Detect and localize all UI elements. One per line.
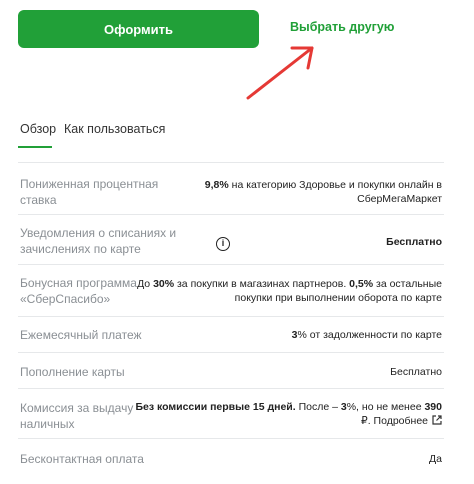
feature-label: Пополнение карты (20, 365, 125, 379)
feature-value: 3% от задолженности по карте (291, 329, 442, 341)
feature-value: Без комиссии первые 15 дней. После – 3%,… (135, 401, 442, 427)
feature-value: Бесплатно (390, 366, 442, 378)
feature-row-bonus: Бонусная программа «СберСпасибо» До 30% з… (18, 264, 444, 316)
feature-value: Бесплатно (386, 236, 442, 248)
apply-button[interactable]: Оформить (18, 10, 259, 48)
feature-label: Бонусная программа «СберСпасибо» (20, 276, 137, 306)
feature-row-notifications: Уведомления о списаниях и зачислениях по … (18, 214, 444, 264)
feature-value: 9,8% на категорию Здоровье и покупки онл… (204, 179, 442, 205)
feature-label: Комиссия за выдачу наличных (20, 401, 134, 431)
feature-label: Пониженная процентная ставка (20, 177, 159, 207)
external-link-icon[interactable] (432, 415, 442, 425)
tab-bar: Обзор Как пользоваться (18, 118, 458, 148)
feature-row-cash-fee: Комиссия за выдачу наличных Без комиссии … (18, 388, 444, 438)
tab-overview[interactable]: Обзор (20, 122, 56, 136)
feature-row-topup: Пополнение карты Бесплатно (18, 352, 444, 388)
feature-value: Да (429, 453, 442, 465)
feature-row-rate: Пониженная процентная ставка 9,8% на кате… (18, 162, 444, 214)
annotation-arrow (246, 46, 314, 100)
info-icon[interactable]: i (216, 237, 230, 251)
feature-row-contactless: Бесконтактная оплата Да (18, 438, 444, 478)
feature-value: До 30% за покупки в магазинах партнеров.… (137, 278, 442, 304)
feature-label: Ежемесячный платеж (20, 328, 142, 342)
choose-another-link[interactable]: Выбрать другую (290, 20, 400, 40)
details-link[interactable]: ₽. Подробнее (361, 415, 428, 427)
feature-label: Уведомления о списаниях и зачислениях по … (20, 226, 177, 256)
feature-label: Бесконтактная оплата (20, 452, 144, 466)
tab-how-to-use[interactable]: Как пользоваться (64, 122, 165, 136)
active-tab-indicator (18, 146, 52, 148)
feature-row-monthly-payment: Ежемесячный платеж 3% от задолженности п… (18, 316, 444, 352)
